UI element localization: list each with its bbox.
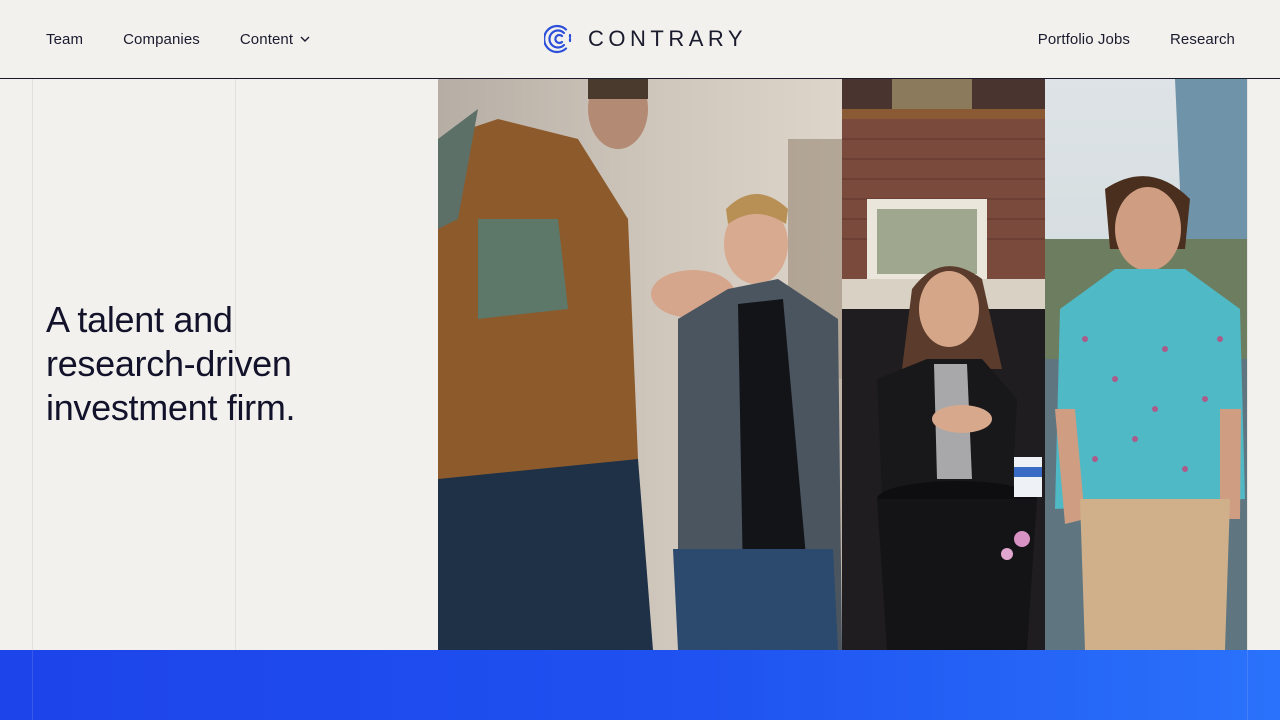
nav-content-label: Content [239, 30, 294, 48]
contrary-logo-icon [544, 24, 572, 54]
hero-title: A talent and research-driven investment … [46, 299, 296, 428]
nav-companies-link[interactable]: Companies [123, 31, 200, 48]
grid-guide [32, 0, 33, 720]
nav-research-link[interactable]: Research [1170, 31, 1235, 48]
grid-guide [1247, 0, 1248, 720]
contrary-logo[interactable]: CONTRARY [544, 22, 747, 56]
two-men-talking-photo [438, 79, 842, 650]
chevron-down-icon [300, 36, 310, 42]
woman-at-cafe-table-photo [842, 79, 1045, 650]
man-in-floral-shirt-photo [1045, 79, 1247, 650]
nav-portfolio-jobs-link[interactable]: Portfolio Jobs [1038, 31, 1130, 48]
hero-photo-strip [438, 79, 1247, 650]
grid-guide [1247, 650, 1248, 720]
logo-wordmark: CONTRARY [588, 26, 748, 51]
blue-band-section [0, 650, 1280, 720]
grid-guide [32, 650, 33, 720]
primary-nav: Team Companies Content [46, 0, 311, 78]
site-header: Team Companies Content CONTRARY Portfoli… [0, 0, 1280, 79]
nav-team-link[interactable]: Team [46, 31, 83, 48]
secondary-nav: Portfolio Jobs Research [1038, 0, 1235, 78]
nav-content-dropdown[interactable]: Content [240, 31, 311, 48]
